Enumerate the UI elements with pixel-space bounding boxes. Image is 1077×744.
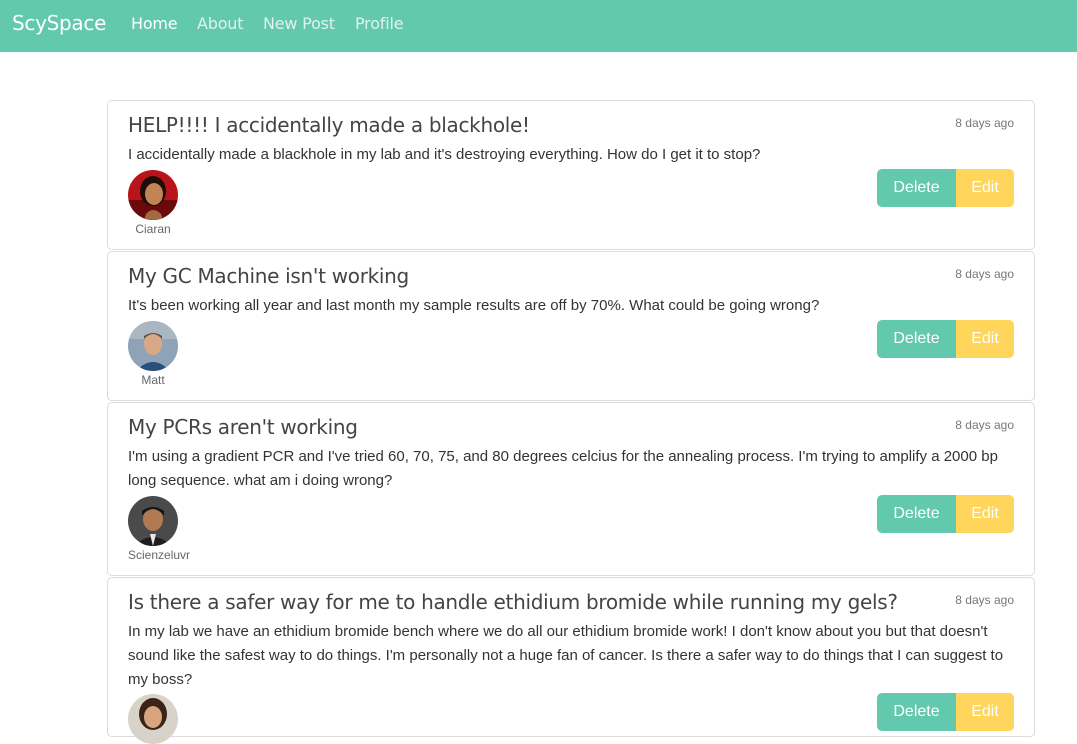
avatar-photo [128,496,178,546]
post-timestamp: 8 days ago [955,267,1014,281]
avatar-photo [128,321,178,371]
edit-button[interactable]: Edit [956,693,1014,731]
delete-button[interactable]: Delete [877,693,956,731]
author-avatar[interactable] [128,694,178,744]
post-title: HELP!!!! I accidentally made a blackhole… [128,113,530,137]
author-avatar[interactable] [128,170,178,220]
post-body: I'm using a gradient PCR and I've tried … [128,448,998,489]
post-timestamp: 8 days ago [955,418,1014,432]
nav-home-link[interactable]: Home [131,14,178,33]
brand-logo-link[interactable]: ScySpace [12,11,106,35]
delete-button[interactable]: Delete [877,320,956,358]
post-card: Is there a safer way for me to handle et… [107,577,1035,744]
author-name: Matt [141,373,165,387]
post-card: My PCRs aren't working 8 days ago I'm us… [107,402,1035,576]
author-avatar[interactable] [128,496,178,546]
post-body: In my lab we have an ethidium bromide be… [128,623,1004,688]
author-avatar[interactable] [128,321,178,371]
edit-button[interactable]: Edit [956,320,1014,358]
post-card: My GC Machine isn't working 8 days ago I… [107,251,1035,401]
post-title: My GC Machine isn't working [128,264,409,288]
post-body: I accidentally made a blackhole in my la… [128,146,761,163]
edit-button[interactable]: Edit [956,495,1014,533]
post-body: It's been working all year and last mont… [128,297,820,314]
nav-profile-link[interactable]: Profile [355,14,404,33]
nav-about-link[interactable]: About [197,14,244,33]
delete-button[interactable]: Delete [877,495,956,533]
author-name: Scienzeluvr [128,548,191,562]
post-title: My PCRs aren't working [128,415,358,439]
author-name: Ciaran [135,222,171,236]
avatar-photo [128,694,178,744]
edit-button[interactable]: Edit [956,169,1014,207]
post-timestamp: 8 days ago [955,116,1014,130]
top-navbar: ScySpace Home About New Post Profile [0,0,1077,52]
avatar-photo [128,170,178,220]
delete-button[interactable]: Delete [877,169,956,207]
post-title: Is there a safer way for me to handle et… [128,590,898,614]
nav-new-post-link[interactable]: New Post [263,14,335,33]
post-card: HELP!!!! I accidentally made a blackhole… [107,100,1035,250]
post-timestamp: 8 days ago [955,593,1014,607]
